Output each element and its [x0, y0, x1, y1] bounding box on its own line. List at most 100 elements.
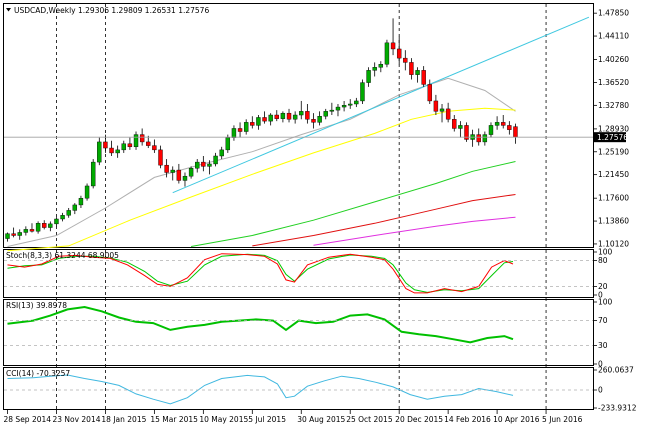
moving-average-magenta — [313, 216, 516, 246]
time-label: 14 Feb 2016 — [444, 415, 491, 424]
rsi-tick-label: 30 — [598, 341, 608, 350]
candle-bull — [170, 169, 175, 173]
candle-bear — [305, 111, 310, 120]
candle-bull — [23, 229, 29, 233]
price-tick-label: 1.40260 — [598, 55, 629, 64]
candle-bull — [48, 223, 53, 228]
candle-bull — [66, 210, 71, 216]
candle-bear — [250, 122, 255, 126]
candle-bear — [164, 164, 169, 173]
candle-bull — [482, 134, 488, 143]
candle-bear — [139, 134, 145, 143]
candle-bear — [427, 84, 432, 102]
price-tick-label: 1.25190 — [598, 147, 629, 156]
price-tick-label: 1.21450 — [598, 170, 629, 179]
candle-bear — [42, 223, 47, 228]
rsi-line — [7, 305, 514, 344]
candle-bull — [378, 64, 384, 68]
candle-bear — [146, 141, 151, 146]
candle-bear — [390, 42, 396, 50]
candle-bear — [421, 70, 426, 85]
candle-bull — [5, 233, 10, 239]
price-axis-ticks: 1.47850 1.44110 1.40260 1.36520 1.32780 1.289… — [593, 9, 629, 248]
candle-bull — [415, 70, 420, 75]
candle-bear — [201, 161, 206, 167]
time-label: 25 Oct 2015 — [346, 415, 393, 424]
time-label: 23 Nov 2014 — [52, 415, 100, 424]
candle-bull — [256, 117, 261, 126]
candle-bear — [286, 112, 292, 120]
candle-bull — [225, 137, 231, 151]
candle-bear — [476, 134, 481, 143]
candle-bull — [317, 116, 322, 123]
candle-bull — [207, 163, 212, 167]
candle-bull — [35, 223, 41, 232]
chart-canvas: 1.47850 1.44110 1.40260 1.36520 1.32780 1.289… — [3, 3, 637, 424]
candle-bull — [90, 161, 96, 187]
candle-bull — [494, 122, 500, 126]
rsi-tick-label: 100 — [598, 298, 613, 307]
time-label: 10 Apr 2016 — [493, 415, 540, 424]
candle-bear — [109, 147, 114, 154]
cci-line — [7, 374, 514, 405]
candle-bull — [17, 232, 22, 236]
cci-label: CCI(14) -70.3257 — [6, 369, 70, 378]
moving-average-gray — [7, 77, 516, 247]
price-tick-label: 1.13860 — [598, 217, 629, 226]
candle-bull — [72, 204, 78, 211]
time-label: 18 Jan 2015 — [101, 415, 146, 424]
candle-bear — [176, 169, 182, 181]
candle-bull — [292, 114, 298, 120]
candle-bear — [396, 48, 402, 59]
price-tick-label: 1.32780 — [598, 101, 629, 110]
time-label: 20 Dec 2015 — [395, 415, 443, 424]
cci-panel-frame — [3, 367, 594, 410]
candle-bull — [372, 67, 377, 71]
candle-bear — [152, 145, 157, 151]
candle-bull — [54, 218, 59, 225]
candle-bear — [445, 108, 451, 120]
time-label: 10 May 2015 — [199, 415, 248, 424]
candle-bull — [78, 197, 84, 206]
candle-bear — [409, 62, 414, 75]
price-tick-label: 1.28930 — [598, 124, 629, 133]
candle-bull — [97, 141, 102, 163]
candle-bear — [158, 149, 163, 166]
period-separators — [56, 4, 547, 410]
candle-bull — [360, 82, 365, 102]
time-label: 28 Sep 2014 — [4, 415, 52, 424]
candle-bull — [84, 185, 90, 199]
moving-average-green — [191, 161, 516, 247]
candle-bear — [513, 126, 518, 138]
candle-bull — [268, 114, 273, 122]
candle-bear — [29, 229, 35, 232]
stoch-tick-label: 80 — [598, 256, 608, 265]
candle-bull — [188, 168, 194, 177]
candle-bull — [458, 125, 463, 129]
moving-average-yellow — [7, 107, 516, 252]
candle-bull — [335, 106, 341, 111]
cci-tick-label: 0 — [598, 386, 603, 395]
candle-bear — [452, 119, 457, 129]
candle-bull — [133, 134, 139, 148]
candle-bear — [433, 100, 439, 112]
candle-bull — [219, 149, 224, 157]
rsi-tick-label: 70 — [598, 316, 608, 325]
chart-menu-arrow-icon[interactable] — [6, 8, 11, 12]
candle-bull — [488, 125, 494, 135]
cci-tick-label: 260.0637 — [598, 366, 634, 375]
candle-bull — [243, 122, 249, 132]
oscillator-levels: 1008020010070300260.06370-233.9312 — [4, 248, 637, 413]
candle-bear — [11, 233, 16, 236]
stoch-label: Stoch(8,3,3) 61.3244 68.9005 — [6, 251, 119, 260]
candle-bull — [60, 215, 65, 220]
time-label: 5 Jul 2015 — [248, 415, 286, 424]
candle-bull — [348, 103, 353, 106]
candle-bull — [115, 149, 120, 154]
trendline — [172, 16, 590, 194]
candle-bull — [329, 109, 335, 112]
candle-bull — [384, 42, 390, 65]
candle-bear — [501, 122, 506, 126]
candle-bull — [299, 111, 304, 116]
candle-bull — [280, 112, 286, 119]
